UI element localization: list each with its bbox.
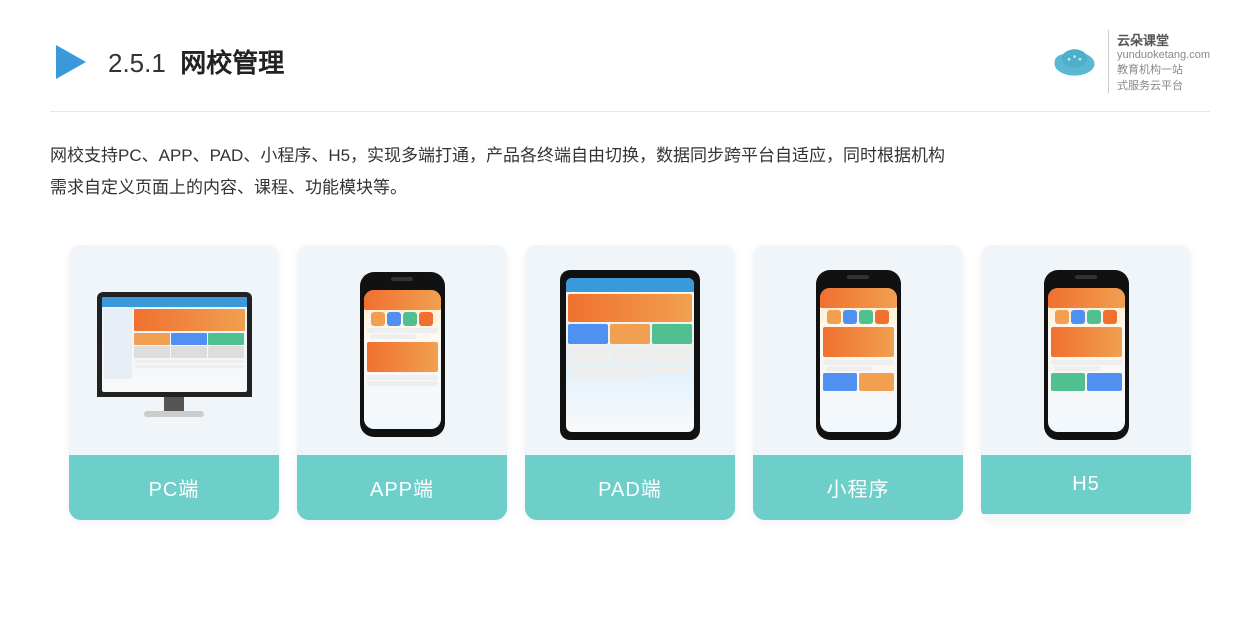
card-miniprogram-label: 小程序 (753, 455, 963, 520)
page-wrapper: 2.5.1 网校管理 云朵课堂 yunduoketang.com 教育机构一站 (0, 0, 1260, 630)
brand-logo: 云朵课堂 yunduoketang.com 教育机构一站 式服务云平台 (1050, 30, 1210, 93)
card-app-label: APP端 (297, 455, 507, 520)
page-title: 2.5.1 网校管理 (108, 43, 284, 80)
brand-cloud-icon (1050, 43, 1100, 81)
card-pc-image (69, 245, 279, 455)
brand-text-block: 云朵课堂 yunduoketang.com 教育机构一站 式服务云平台 (1108, 30, 1210, 93)
card-h5-image (981, 245, 1191, 455)
card-h5-label: H5 (981, 455, 1191, 514)
page-header: 2.5.1 网校管理 云朵课堂 yunduoketang.com 教育机构一站 (50, 30, 1210, 112)
description-block: 网校支持PC、APP、PAD、小程序、H5，实现多端打通，产品各终端自由切换，数… (50, 140, 1210, 205)
card-pad-image (525, 245, 735, 455)
phone-mockup-h5 (1044, 270, 1129, 440)
logo-icon (50, 41, 92, 83)
phone-mockup-mini (816, 270, 901, 440)
card-pc: PC端 (69, 245, 279, 520)
card-pc-label: PC端 (69, 455, 279, 520)
card-app-image (297, 245, 507, 455)
description-line1: 网校支持PC、APP、PAD、小程序、H5，实现多端打通，产品各终端自由切换，数… (50, 140, 1210, 172)
pc-monitor-mockup (97, 292, 252, 417)
description-line2: 需求自定义页面上的内容、课程、功能模块等。 (50, 172, 1210, 204)
card-app: APP端 (297, 245, 507, 520)
card-h5: H5 (981, 245, 1191, 520)
cards-section: PC端 (50, 245, 1210, 520)
header-left: 2.5.1 网校管理 (50, 41, 284, 83)
phone-mockup-app (360, 272, 445, 437)
card-miniprogram: 小程序 (753, 245, 963, 520)
card-pad: PAD端 (525, 245, 735, 520)
pad-mockup (560, 270, 700, 440)
card-pad-label: PAD端 (525, 455, 735, 520)
card-miniprogram-image (753, 245, 963, 455)
